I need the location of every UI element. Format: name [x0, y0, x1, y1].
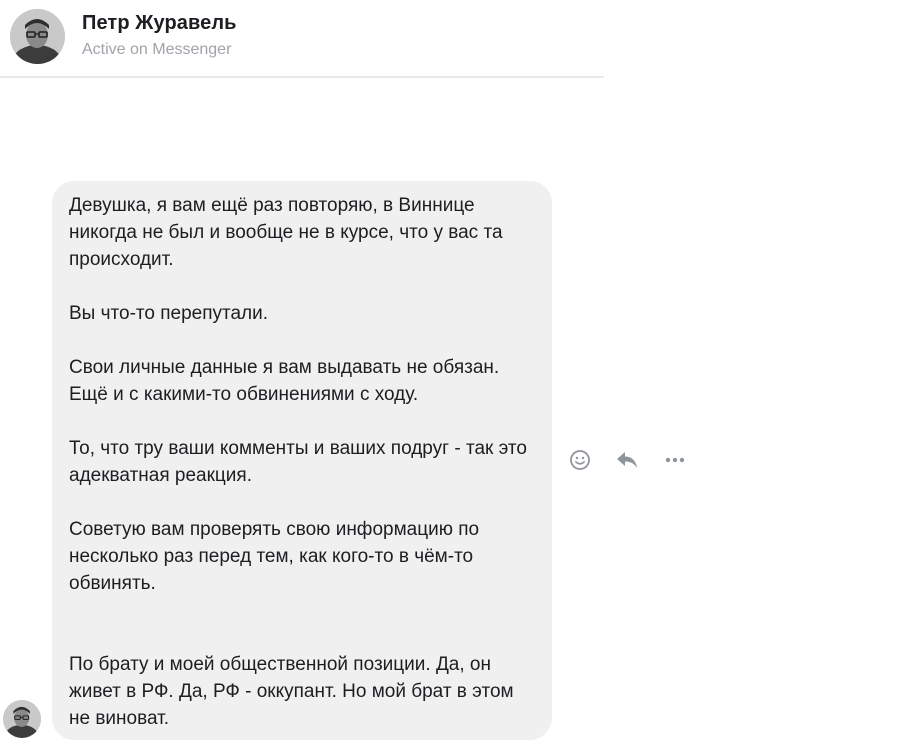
message-bubble[interactable]: Девушка, я вам ещё раз повторяю, в Винни…	[52, 181, 552, 740]
message-paragraph: Свои личные данные я вам выдавать не обя…	[69, 357, 500, 405]
message-paragraph: Вы что-то перепутали.	[69, 303, 269, 324]
avatar-photo-icon	[10, 9, 65, 64]
message-paragraph: Советую вам проверять свою информацию по…	[69, 519, 480, 594]
avatar-photo-icon	[3, 700, 41, 738]
contact-name[interactable]: Петр Журавель	[82, 12, 237, 35]
reply-icon	[617, 452, 637, 468]
contact-status: Active on Messenger	[82, 41, 232, 58]
sender-avatar[interactable]	[3, 700, 41, 738]
reply-button[interactable]	[614, 448, 640, 472]
message-paragraph: По брату и моей общественной позиции. Да…	[69, 654, 514, 729]
conversation-header: Петр Журавель Active on Messenger	[0, 0, 604, 78]
more-icon	[665, 457, 685, 463]
more-button[interactable]	[662, 448, 688, 472]
smiley-icon	[570, 450, 590, 470]
message-actions	[566, 448, 696, 472]
message-paragraph: То, что тру ваши комменты и ваших подруг…	[69, 438, 527, 486]
react-button[interactable]	[567, 448, 593, 472]
contact-avatar[interactable]	[10, 9, 65, 64]
message-paragraph: Девушка, я вам ещё раз повторяю, в Винни…	[69, 195, 503, 270]
